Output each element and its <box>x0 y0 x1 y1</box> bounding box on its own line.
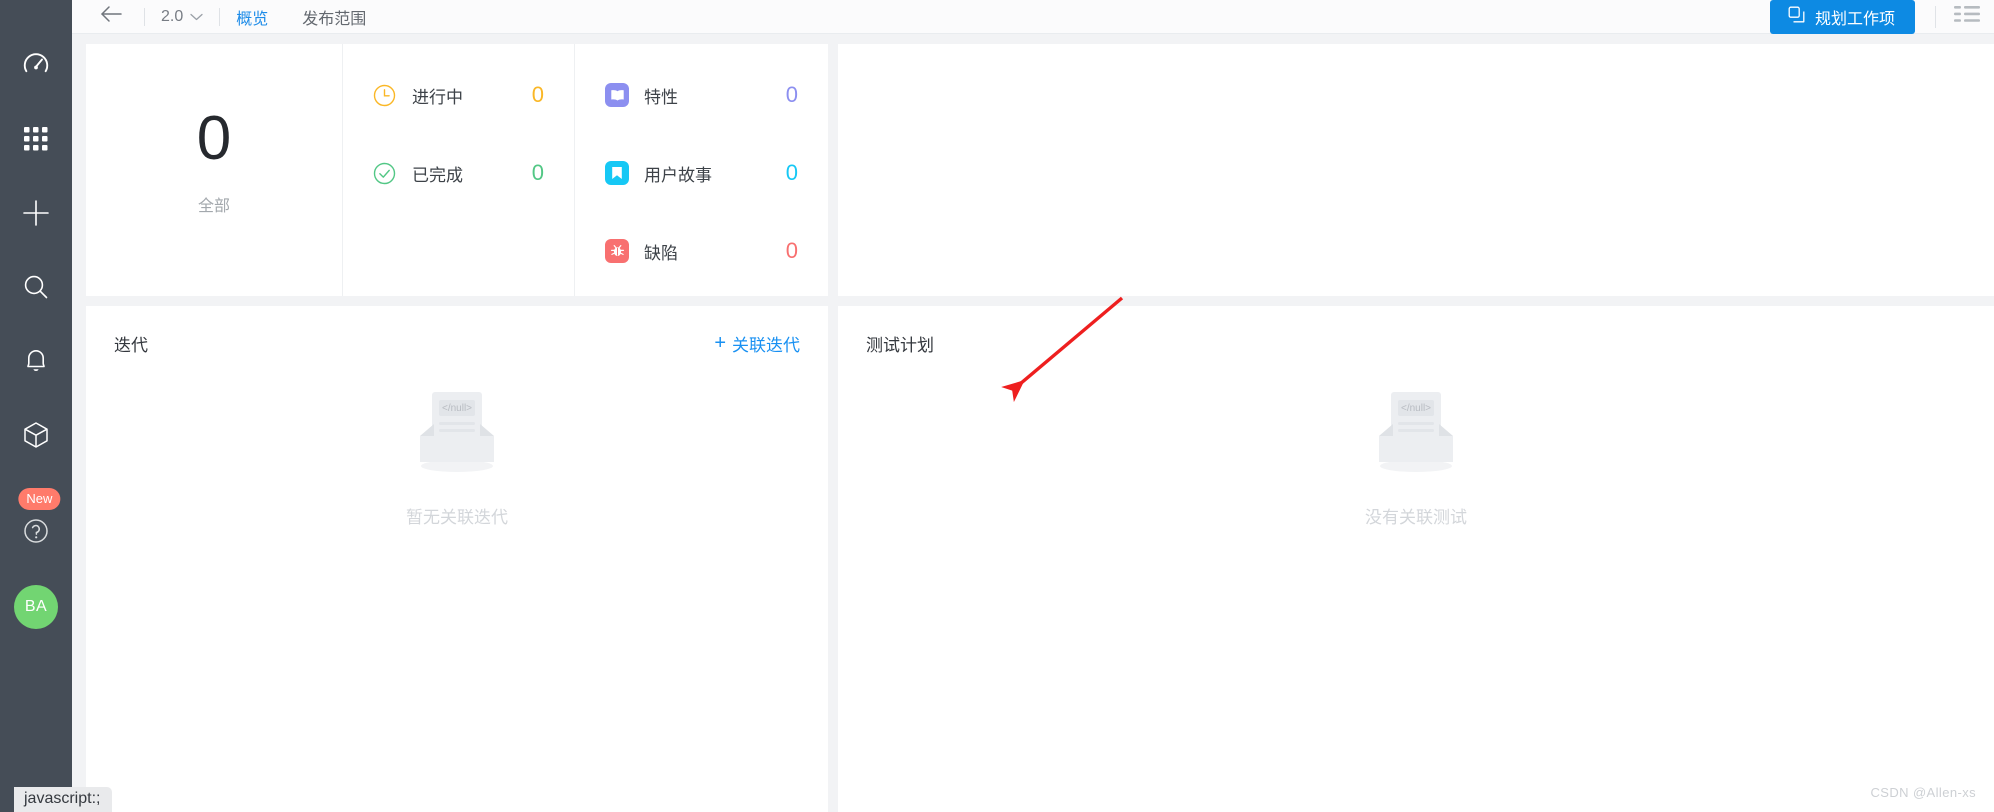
plus-icon <box>20 197 52 229</box>
worktype-row-defect[interactable]: 缺陷 0 <box>605 234 828 268</box>
status-bar-text: javascript:; <box>24 790 101 807</box>
worktype-row-user-story[interactable]: 用户故事 0 <box>605 156 828 190</box>
plan-work-items-label: 规划工作项 <box>1814 10 1895 28</box>
total-count: 0 <box>196 104 232 174</box>
test-plan-panel-title: 测试计划 <box>866 335 934 355</box>
sidebar-item-apps[interactable] <box>0 102 72 176</box>
test-plan-empty-state: </null> 没有关联测试 <box>838 384 1994 528</box>
bottom-row: 迭代 + 关联迭代 </null> 暂无关联迭代 测试计划 </null> 没有… <box>86 306 1994 812</box>
browser-status-bar: javascript:; <box>14 787 113 812</box>
version-selector[interactable]: 2.0 <box>161 8 203 26</box>
page-header: 2.0 概览 发布范围 规划工作项 <box>72 0 1994 34</box>
worktype-label-feature: 特性 <box>644 87 678 107</box>
help-icon <box>21 516 51 546</box>
grid-icon <box>22 125 50 153</box>
bookmark-icon <box>605 161 635 185</box>
header-actions: 规划工作项 <box>1769 0 1994 34</box>
status-label-done: 已完成 <box>412 165 463 185</box>
link-iteration-button[interactable]: + 关联迭代 <box>714 331 800 356</box>
worktype-count-defect: 0 <box>785 238 798 263</box>
copy-icon <box>1788 6 1805 28</box>
worktype-row-feature[interactable]: 特性 0 <box>605 78 828 112</box>
svg-text:</null>: </null> <box>1401 403 1431 414</box>
book-icon <box>605 83 635 107</box>
sidebar-item-create[interactable] <box>0 176 72 250</box>
worktype-count-feature: 0 <box>785 82 798 107</box>
sidebar-item-dashboard[interactable] <box>0 28 72 102</box>
sidebar-item-packages[interactable] <box>0 398 72 472</box>
search-icon <box>21 272 51 302</box>
test-plan-panel: 测试计划 </null> 没有关联测试 <box>838 306 1994 812</box>
worktype-block: 特性 0 用户故事 0 缺陷 0 <box>574 44 828 296</box>
total-label: 全部 <box>197 197 230 215</box>
sidebar-item-search[interactable] <box>0 250 72 324</box>
sidebar-item-notifications[interactable] <box>0 324 72 398</box>
tab-overview[interactable]: 概览 <box>236 0 268 35</box>
empty-box-icon: </null> <box>1364 384 1468 485</box>
iteration-empty-text: 暂无关联迭代 <box>406 508 508 527</box>
list-menu-icon[interactable] <box>1954 5 1994 28</box>
sidebar-item-help[interactable]: New <box>0 486 72 560</box>
watermark: CSDN @Allen-xs <box>1870 785 1976 800</box>
total-block: 0 全部 <box>86 44 342 296</box>
status-row-in-progress[interactable]: 进行中 0 <box>373 78 574 112</box>
check-circle-icon <box>373 162 403 185</box>
status-row-done[interactable]: 已完成 0 <box>373 156 574 190</box>
main-content: 0 全部 进行中 0 已完成 0 特性 0 用户故事 0 缺陷 0 迭代 + 关… <box>72 34 1994 812</box>
header-divider-1 <box>144 7 145 26</box>
iteration-panel-title: 迭代 <box>114 335 148 355</box>
test-plan-panel-header: 测试计划 <box>838 306 1994 380</box>
bug-icon <box>605 239 635 263</box>
statistics-card: 0 全部 进行中 0 已完成 0 特性 0 用户故事 0 缺陷 0 <box>86 44 828 296</box>
status-count-done: 0 <box>531 160 544 185</box>
header-tabs: 概览 发布范围 <box>236 0 366 35</box>
status-block: 进行中 0 已完成 0 <box>342 44 574 296</box>
status-label-in-progress: 进行中 <box>412 87 463 107</box>
avatar: BA <box>14 585 58 629</box>
sidebar-avatar[interactable]: BA <box>0 570 72 644</box>
top-row: 0 全部 进行中 0 已完成 0 特性 0 用户故事 0 缺陷 0 <box>86 44 1994 296</box>
plus-icon: + <box>714 332 726 354</box>
tab-release-scope[interactable]: 发布范围 <box>302 0 366 35</box>
plan-work-items-button[interactable]: 规划工作项 <box>1769 0 1915 34</box>
iteration-panel-header: 迭代 + 关联迭代 <box>86 306 828 380</box>
header-divider-3 <box>1935 5 1936 28</box>
empty-box-icon: </null> <box>405 384 509 485</box>
back-button[interactable] <box>94 2 128 32</box>
help-new-badge: New <box>18 488 61 510</box>
header-divider-2 <box>219 7 221 26</box>
test-plan-empty-text: 没有关联测试 <box>1365 508 1467 527</box>
version-label: 2.0 <box>161 7 184 25</box>
gauge-icon <box>21 50 51 80</box>
svg-text:</null>: </null> <box>442 403 472 414</box>
iteration-panel: 迭代 + 关联迭代 </null> 暂无关联迭代 <box>86 306 828 812</box>
status-count-in-progress: 0 <box>531 82 544 107</box>
chevron-down-icon <box>190 8 203 26</box>
avatar-initials: BA <box>24 598 48 615</box>
left-sidebar: New BA <box>0 0 72 812</box>
worktype-label-user-story: 用户故事 <box>644 165 712 185</box>
empty-right-card <box>838 44 1994 296</box>
worktype-label-defect: 缺陷 <box>644 243 678 263</box>
bell-icon <box>22 346 50 376</box>
worktype-count-user-story: 0 <box>785 160 798 185</box>
cube-icon <box>21 419 51 451</box>
clock-icon <box>373 84 403 107</box>
link-iteration-label: 关联迭代 <box>732 335 800 355</box>
app-root: New BA javascript:; 2.0 概览 发布范围 规划工作项 0 … <box>0 0 1994 812</box>
arrow-left-icon <box>99 5 123 28</box>
iteration-empty-state: </null> 暂无关联迭代 <box>86 384 828 528</box>
